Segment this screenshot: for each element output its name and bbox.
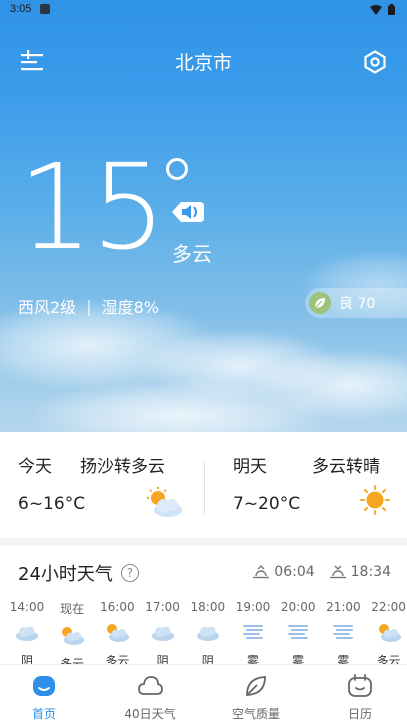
sunset-time: 18:34 (350, 564, 391, 580)
partly-cloudy-icon (147, 487, 182, 517)
forecast-day-label: 明天 (233, 457, 267, 477)
home-icon (33, 676, 55, 696)
hour-item: 19:00 雾 (233, 600, 273, 668)
two-day-forecast: 今天 扬沙转多云 6~16°C 明天 多云转晴 7~20°C (0, 432, 407, 538)
forecast-description: 多云转晴 (312, 457, 380, 477)
tab-calendar[interactable]: 日历 (310, 665, 407, 724)
cloud-icon (138, 676, 163, 695)
cloud-weather-icon (143, 620, 183, 644)
aqi-text: 良 70 (339, 296, 376, 312)
hour-item: 17:00 阴 (143, 600, 183, 668)
hourly-list[interactable]: 14:00 阴现在 多云 16:00 多云 17:00 阴 18:00 阴 19:00 雾 20:00… (0, 600, 407, 668)
cloud-weather-icon (7, 620, 47, 644)
current-condition: 多云 (172, 242, 212, 266)
hour-item: 18:00 阴 (188, 600, 228, 668)
hour-time: 19:00 (235, 600, 271, 614)
notification-icon (40, 4, 50, 14)
forecast-today[interactable]: 今天 扬沙转多云 6~16°C (0, 432, 204, 538)
separator: | (86, 296, 92, 316)
partly-weather-icon (52, 623, 92, 647)
fog-weather-icon (323, 620, 363, 644)
wind-text: 西风2级 (18, 298, 77, 317)
forecast-temp-range: 7~20°C (233, 494, 301, 514)
hour-item: 14:00 阴 (7, 600, 47, 668)
status-icons (370, 4, 395, 15)
degree-symbol (166, 158, 188, 180)
humidity-text: 湿度8% (101, 298, 159, 317)
forecast-temp-range: 6~16°C (18, 494, 86, 514)
hour-time: 18:00 (190, 600, 226, 614)
tab-40-day[interactable]: 40日天气 (100, 665, 200, 724)
help-icon[interactable]: ? (120, 564, 139, 582)
hour-time: 14:00 (9, 600, 45, 614)
forecast-description: 扬沙转多云 (80, 457, 165, 477)
hour-item: 22:00 多云 (369, 600, 407, 668)
tab-label: 日历 (347, 707, 372, 721)
hour-time: 现在 (60, 602, 85, 616)
hour-item: 16:00 多云 (97, 600, 137, 668)
battery-icon (388, 4, 395, 15)
wind-humidity-row: 西风2级 | 湿度8% (18, 294, 159, 318)
bottom-tab-bar: 首页 40日天气 空气质量 日历 (0, 664, 407, 724)
wifi-icon (370, 4, 382, 15)
tab-home[interactable]: 首页 (0, 665, 94, 724)
voice-broadcast-icon[interactable] (170, 196, 206, 228)
current-temperature: 15 (18, 138, 166, 276)
leaf-icon (246, 676, 266, 696)
hourly-title-text: 24小时天气 (18, 564, 113, 585)
fog-weather-icon (278, 620, 318, 644)
hour-time: 17:00 (145, 600, 180, 614)
sun-times: 06:04 18:34 (252, 564, 391, 580)
forecast-tomorrow[interactable]: 明天 多云转晴 7~20°C (205, 432, 407, 538)
sunset-icon (329, 565, 346, 579)
sunrise-icon (253, 565, 270, 579)
leaf-icon (309, 292, 331, 314)
weather-hero: 3:05 北京市 15 多云 西风2级 | 湿度8% 良 70 (0, 0, 407, 432)
hourly-title: 24小时天气 ? (18, 560, 139, 586)
status-time: 3:05 (10, 3, 32, 15)
section-divider (0, 538, 407, 546)
tab-label: 首页 (31, 707, 56, 721)
calendar-icon (348, 674, 372, 697)
hour-item: 21:00 雾 (323, 600, 363, 668)
hour-time: 16:00 (100, 600, 135, 614)
sun-icon (360, 485, 390, 515)
tab-label: 空气质量 (231, 707, 280, 721)
hourly-forecast: 24小时天气 ? 06:04 18:34 14:00 阴现在 多云 16:00 多云 17… (0, 546, 407, 668)
forecast-day-label: 今天 (18, 457, 52, 477)
sunset-item: 18:34 (329, 564, 391, 580)
hour-time: 22:00 (371, 600, 406, 614)
tab-label: 40日天气 (124, 707, 176, 721)
hour-time: 20:00 (280, 600, 316, 614)
partly-weather-icon (97, 620, 137, 644)
tab-air-quality[interactable]: 空气质量 (206, 665, 306, 724)
hour-item: 20:00 雾 (278, 600, 318, 668)
hour-time: 21:00 (326, 600, 361, 614)
cloud-weather-icon (188, 620, 228, 644)
sunrise-time: 06:04 (274, 564, 315, 580)
sunrise-item: 06:04 (252, 564, 315, 580)
fog-weather-icon (233, 620, 273, 644)
aqi-badge[interactable]: 良 70 (305, 288, 407, 318)
settings-icon[interactable] (363, 50, 387, 74)
status-bar: 3:05 (0, 0, 407, 20)
city-title[interactable]: 北京市 (0, 48, 407, 75)
partly-weather-icon (369, 620, 407, 644)
hour-item: 现在 多云 (52, 600, 92, 668)
